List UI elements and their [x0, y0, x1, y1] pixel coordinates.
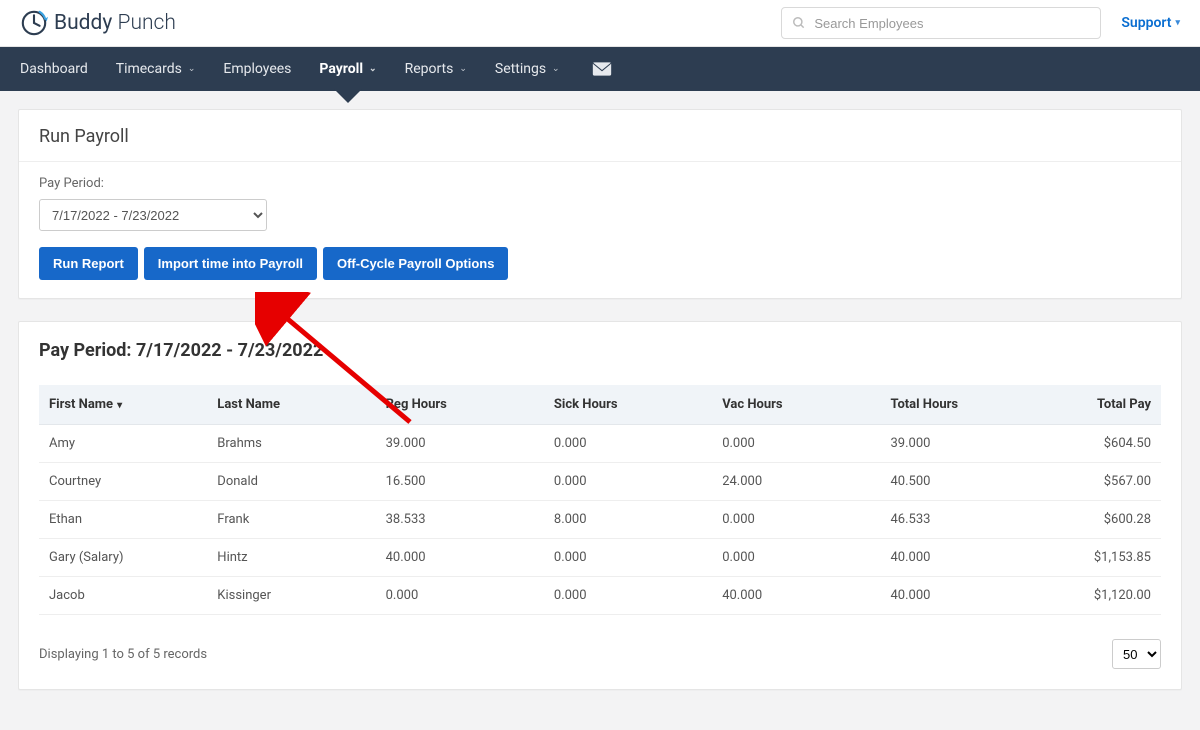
table-footer: Displaying 1 to 5 of 5 records 50 — [39, 639, 1161, 669]
run-payroll-card: Run Payroll Pay Period: 7/17/2022 - 7/23… — [18, 109, 1182, 299]
cell-reg-hours: 16.500 — [376, 463, 544, 501]
cell-sick-hours: 8.000 — [544, 501, 712, 539]
run-report-button[interactable]: Run Report — [39, 247, 138, 280]
cell-total-hours: 40.000 — [880, 577, 1026, 615]
clock-icon — [20, 9, 48, 37]
cell-reg-hours: 0.000 — [376, 577, 544, 615]
col-sick-hours[interactable]: Sick Hours — [544, 385, 712, 425]
cell-first-name: Amy — [39, 425, 207, 463]
cell-reg-hours: 38.533 — [376, 501, 544, 539]
nav-reports[interactable]: Reports⌄ — [391, 47, 481, 91]
chevron-down-icon: ⌄ — [459, 64, 467, 74]
pay-period-card: Pay Period: 7/17/2022 - 7/23/2022 First … — [18, 321, 1182, 690]
search-input[interactable] — [814, 16, 1090, 31]
cell-total-pay: $604.50 — [1026, 425, 1161, 463]
col-first-name[interactable]: First Name▾ — [39, 385, 207, 425]
col-vac-hours[interactable]: Vac Hours — [712, 385, 880, 425]
cell-vac-hours: 24.000 — [712, 463, 880, 501]
nav-messages[interactable] — [592, 47, 612, 91]
cell-sick-hours: 0.000 — [544, 463, 712, 501]
payroll-table: First Name▾ Last Name Reg Hours Sick Hou… — [39, 385, 1161, 615]
cell-vac-hours: 40.000 — [712, 577, 880, 615]
table-row[interactable]: EthanFrank38.5338.0000.00046.533$600.28 — [39, 501, 1161, 539]
table-row[interactable]: JacobKissinger0.0000.00040.00040.000$1,1… — [39, 577, 1161, 615]
main-nav: Dashboard Timecards⌄ Employees Payroll⌄ … — [0, 47, 1200, 91]
col-total-hours[interactable]: Total Hours — [880, 385, 1026, 425]
chevron-down-icon: ⌄ — [369, 64, 377, 74]
col-last-name[interactable]: Last Name — [207, 385, 375, 425]
run-payroll-buttons: Run Report Import time into Payroll Off-… — [39, 247, 1161, 280]
cell-total-pay: $1,153.85 — [1026, 539, 1161, 577]
chevron-down-icon: ⌄ — [188, 64, 196, 74]
cell-first-name: Courtney — [39, 463, 207, 501]
search-icon — [792, 16, 806, 30]
cell-vac-hours: 0.000 — [712, 501, 880, 539]
cell-total-hours: 46.533 — [880, 501, 1026, 539]
off-cycle-button[interactable]: Off-Cycle Payroll Options — [323, 247, 508, 280]
cell-total-hours: 39.000 — [880, 425, 1026, 463]
cell-last-name: Donald — [207, 463, 375, 501]
pay-period-title: Pay Period: 7/17/2022 - 7/23/2022 — [39, 340, 1161, 361]
chevron-down-icon: ⌄ — [552, 64, 560, 74]
record-count-text: Displaying 1 to 5 of 5 records — [39, 647, 207, 662]
support-link[interactable]: Support ▾ — [1121, 15, 1180, 31]
top-bar: Buddy Punch Support ▾ — [0, 0, 1200, 47]
cell-total-hours: 40.000 — [880, 539, 1026, 577]
cell-vac-hours: 0.000 — [712, 539, 880, 577]
col-total-pay[interactable]: Total Pay — [1026, 385, 1161, 425]
table-row[interactable]: AmyBrahms39.0000.0000.00039.000$604.50 — [39, 425, 1161, 463]
cell-reg-hours: 40.000 — [376, 539, 544, 577]
pay-period-label: Pay Period: — [39, 176, 1161, 191]
nav-active-indicator — [334, 89, 362, 103]
cell-sick-hours: 0.000 — [544, 577, 712, 615]
nav-employees[interactable]: Employees — [209, 47, 305, 91]
envelope-icon — [592, 60, 612, 78]
table-row[interactable]: CourtneyDonald16.5000.00024.00040.500$56… — [39, 463, 1161, 501]
cell-total-hours: 40.500 — [880, 463, 1026, 501]
chevron-down-icon: ▾ — [1175, 18, 1180, 28]
topbar-right: Support ▾ — [781, 7, 1180, 39]
run-payroll-title: Run Payroll — [19, 110, 1181, 162]
cell-last-name: Frank — [207, 501, 375, 539]
cell-first-name: Jacob — [39, 577, 207, 615]
cell-reg-hours: 39.000 — [376, 425, 544, 463]
import-time-button[interactable]: Import time into Payroll — [144, 247, 317, 280]
run-payroll-body: Pay Period: 7/17/2022 - 7/23/2022 Run Re… — [19, 162, 1181, 298]
nav-dashboard[interactable]: Dashboard — [6, 47, 102, 91]
pay-period-select[interactable]: 7/17/2022 - 7/23/2022 — [39, 199, 267, 231]
cell-vac-hours: 0.000 — [712, 425, 880, 463]
col-reg-hours[interactable]: Reg Hours — [376, 385, 544, 425]
search-employees[interactable] — [781, 7, 1101, 39]
cell-last-name: Hintz — [207, 539, 375, 577]
nav-payroll[interactable]: Payroll⌄ — [305, 47, 390, 91]
table-row[interactable]: Gary (Salary)Hintz40.0000.0000.00040.000… — [39, 539, 1161, 577]
brand-name: Buddy Punch — [54, 11, 176, 35]
cell-total-pay: $1,120.00 — [1026, 577, 1161, 615]
cell-total-pay: $567.00 — [1026, 463, 1161, 501]
sort-indicator-icon: ▾ — [117, 400, 122, 411]
page-content: Run Payroll Pay Period: 7/17/2022 - 7/23… — [0, 91, 1200, 730]
cell-sick-hours: 0.000 — [544, 539, 712, 577]
page-size-select[interactable]: 50 — [1112, 639, 1161, 669]
cell-total-pay: $600.28 — [1026, 501, 1161, 539]
cell-last-name: Kissinger — [207, 577, 375, 615]
nav-settings[interactable]: Settings⌄ — [481, 47, 574, 91]
cell-last-name: Brahms — [207, 425, 375, 463]
cell-sick-hours: 0.000 — [544, 425, 712, 463]
cell-first-name: Ethan — [39, 501, 207, 539]
table-header-row: First Name▾ Last Name Reg Hours Sick Hou… — [39, 385, 1161, 425]
brand-logo[interactable]: Buddy Punch — [20, 9, 176, 37]
cell-first-name: Gary (Salary) — [39, 539, 207, 577]
nav-timecards[interactable]: Timecards⌄ — [102, 47, 210, 91]
